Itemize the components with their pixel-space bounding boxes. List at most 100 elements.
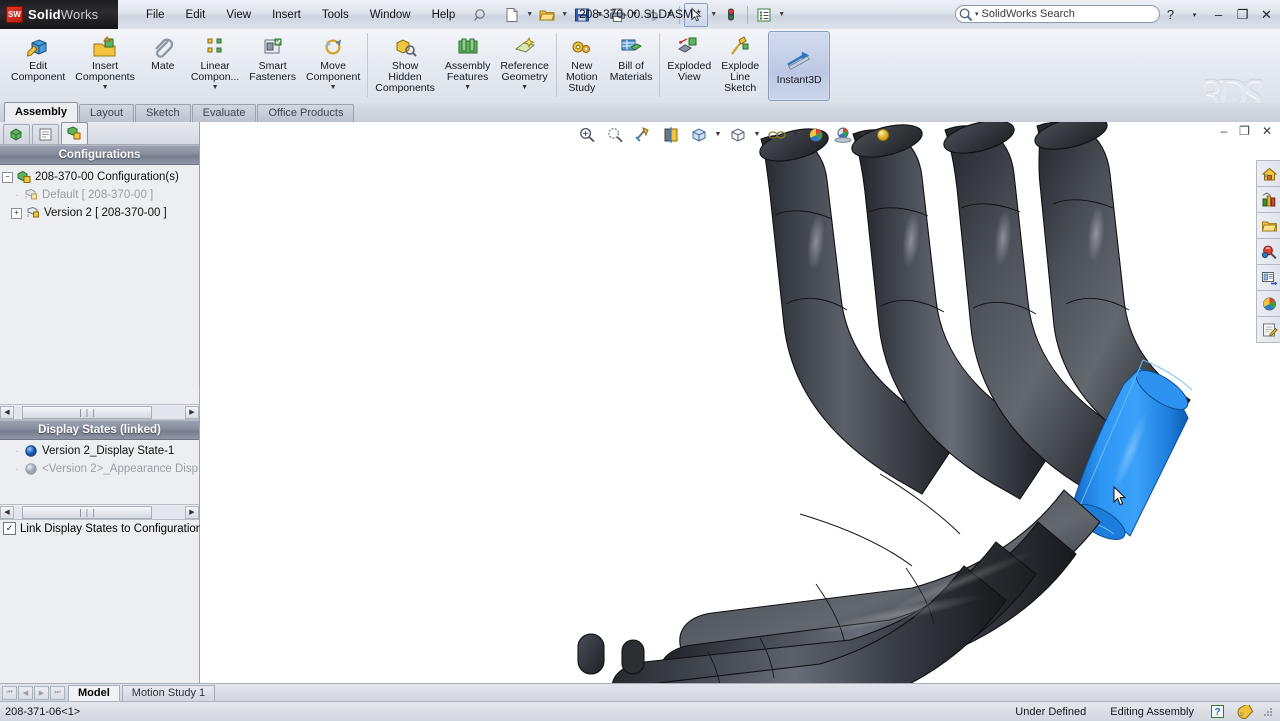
ribbon-instant3d[interactable]: Instant3D	[768, 31, 831, 101]
configuration-manager-tab[interactable]	[61, 122, 88, 144]
tree-row-appearance-display[interactable]: · <Version 2>_Appearance Disp	[0, 460, 199, 478]
options-dropdown[interactable]: ▼	[776, 4, 787, 26]
ribbon-edit-component[interactable]: Edit Component	[6, 31, 70, 101]
tab-evaluate[interactable]: Evaluate	[191, 104, 257, 122]
tab-motion-study-1[interactable]: Motion Study 1	[121, 684, 216, 702]
search-caret-icon[interactable]: ▾	[975, 10, 979, 18]
menu-window[interactable]: Window	[360, 5, 421, 25]
scroll-track[interactable]: ❘❘❘	[14, 505, 185, 519]
scroll-right-icon[interactable]: ▶	[185, 405, 199, 419]
ribbon-reference-geometry[interactable]: Reference Geometry ▼	[495, 31, 553, 101]
open-folder-dropdown[interactable]: ▼	[559, 4, 570, 26]
tab-assembly[interactable]: Assembly	[4, 102, 78, 122]
scroll-left-icon[interactable]: ◀	[0, 505, 14, 519]
view-orientation-dropdown[interactable]: ▼	[714, 124, 723, 146]
pushpin-icon[interactable]	[472, 7, 488, 23]
tree-row-configurations-root[interactable]: − 208-370-00 Configuration(s)	[0, 168, 199, 186]
traffic-light-icon[interactable]	[719, 3, 743, 27]
solidworks-search-icon[interactable]	[1256, 238, 1280, 264]
view-orientation-icon[interactable]	[686, 123, 712, 147]
tree-row-display-state-1[interactable]: · Version 2_Display State-1	[0, 442, 199, 460]
arrow-cursor-icon[interactable]	[684, 2, 709, 27]
ribbon-dropdown-arrow[interactable]: ▼	[521, 84, 528, 92]
menu-insert[interactable]: Insert	[262, 5, 311, 25]
close-button[interactable]: ✕	[1259, 7, 1274, 23]
graphics-area[interactable]: ▼ ▼ ▼ ▼ ▼ – ❐ ✕	[200, 122, 1280, 683]
document-close-button[interactable]: ✕	[1262, 124, 1272, 138]
menu-tools[interactable]: Tools	[312, 5, 359, 25]
feature-manager-tab[interactable]	[3, 124, 30, 144]
next-tab-button[interactable]: ▶	[34, 686, 49, 700]
ribbon-dropdown-arrow[interactable]: ▼	[102, 84, 109, 92]
resize-grip[interactable]	[1262, 706, 1274, 718]
menu-edit[interactable]: Edit	[176, 5, 216, 25]
ribbon-linear-component-pattern[interactable]: Linear Compon... ▼	[186, 31, 244, 101]
ribbon-assembly-features[interactable]: Assembly Features ▼	[440, 31, 496, 101]
menu-help[interactable]: Help	[422, 5, 466, 25]
solidworks-resources-icon[interactable]	[1256, 160, 1280, 186]
tree-row-version-2-config[interactable]: + Version 2 [ 208-370-00 ]	[0, 204, 199, 222]
zoom-to-area-icon[interactable]	[602, 123, 628, 147]
appearances-scenes-icon[interactable]	[1256, 290, 1280, 316]
ribbon-bill-of-materials[interactable]: Bill of Materials	[605, 31, 658, 101]
previous-tab-button[interactable]: ◀	[18, 686, 33, 700]
scroll-left-icon[interactable]: ◀	[0, 405, 14, 419]
apply-scene-dropdown[interactable]: ▼	[859, 124, 868, 146]
ribbon-smart-fasteners[interactable]: Smart Fasteners	[244, 31, 301, 101]
exhaust-header-model[interactable]	[200, 122, 1280, 683]
undo-arrow-icon[interactable]	[640, 3, 664, 27]
hide-show-dropdown[interactable]: ▼	[792, 124, 801, 146]
minimize-button[interactable]: –	[1211, 7, 1226, 22]
search-input[interactable]: ▾ SolidWorks Search	[955, 5, 1160, 23]
ribbon-dropdown-arrow[interactable]: ▼	[464, 84, 471, 92]
tree-row-default-config[interactable]: · Default [ 208-370-00 ]	[0, 186, 199, 204]
ribbon-new-motion-study[interactable]: New Motion Study	[559, 31, 605, 101]
custom-properties-icon[interactable]	[1256, 316, 1280, 343]
ribbon-insert-components[interactable]: Insert Components ▼	[70, 31, 140, 101]
ribbon-show-hidden-components[interactable]: Show Hidden Components	[370, 31, 440, 101]
status-help-icon[interactable]: ?	[1206, 705, 1228, 718]
save-disk-dropdown[interactable]: ▼	[594, 4, 605, 26]
ribbon-mate[interactable]: Mate	[140, 31, 186, 101]
document-restore-button[interactable]: ❐	[1239, 124, 1250, 138]
tab-sketch[interactable]: Sketch	[135, 104, 191, 122]
printer-icon[interactable]	[605, 3, 629, 27]
section-view-icon[interactable]	[658, 123, 684, 147]
tab-layout[interactable]: Layout	[78, 104, 135, 122]
document-minimize-button[interactable]: –	[1220, 124, 1227, 138]
scroll-right-icon[interactable]: ▶	[185, 505, 199, 519]
tab-model[interactable]: Model	[68, 684, 120, 702]
property-manager-tab[interactable]	[32, 124, 59, 144]
ribbon-dropdown-arrow[interactable]: ▼	[330, 84, 337, 92]
view-settings-dropdown[interactable]: ▼	[898, 124, 907, 146]
file-explorer-icon[interactable]	[1256, 212, 1280, 238]
link-display-states-checkbox[interactable]: ✓	[3, 522, 16, 535]
scroll-thumb[interactable]: ❘❘❘	[22, 405, 152, 419]
select-dropdown[interactable]: ▼	[708, 4, 719, 26]
menu-file[interactable]: File	[136, 5, 175, 25]
apply-scene-icon[interactable]	[831, 123, 857, 147]
ribbon-exploded-view[interactable]: Exploded View	[662, 31, 716, 101]
display-style-dropdown[interactable]: ▼	[753, 124, 762, 146]
scroll-thumb[interactable]: ❘❘❘	[22, 505, 152, 519]
tag-icon[interactable]	[1228, 704, 1262, 719]
display-style-icon[interactable]	[725, 123, 751, 147]
display-states-hscrollbar[interactable]: ◀ ❘❘❘ ▶	[0, 504, 199, 520]
last-tab-button[interactable]: ⏭	[50, 686, 65, 700]
ribbon-move-component[interactable]: Move Component ▼	[301, 31, 365, 101]
first-tab-button[interactable]: ⏮	[2, 686, 17, 700]
collapse-toggle[interactable]: −	[2, 171, 13, 183]
edit-appearance-icon[interactable]	[803, 123, 829, 147]
scroll-track[interactable]: ❘❘❘	[14, 405, 185, 419]
design-library-icon[interactable]	[1256, 186, 1280, 212]
view-palette-icon[interactable]	[1256, 264, 1280, 290]
undo-dropdown[interactable]: ▼	[664, 4, 675, 26]
options-gear-list-icon[interactable]	[752, 3, 776, 27]
restore-button[interactable]: ❐	[1235, 7, 1250, 23]
new-file-icon[interactable]	[500, 3, 524, 27]
configurations-hscrollbar[interactable]: ◀ ❘❘❘ ▶	[0, 404, 199, 420]
new-file-dropdown[interactable]: ▼	[524, 4, 535, 26]
hide-show-items-icon[interactable]	[764, 123, 790, 147]
menu-view[interactable]: View	[216, 5, 261, 25]
link-display-states-row[interactable]: ✓ Link Display States to Configuration	[0, 520, 202, 537]
